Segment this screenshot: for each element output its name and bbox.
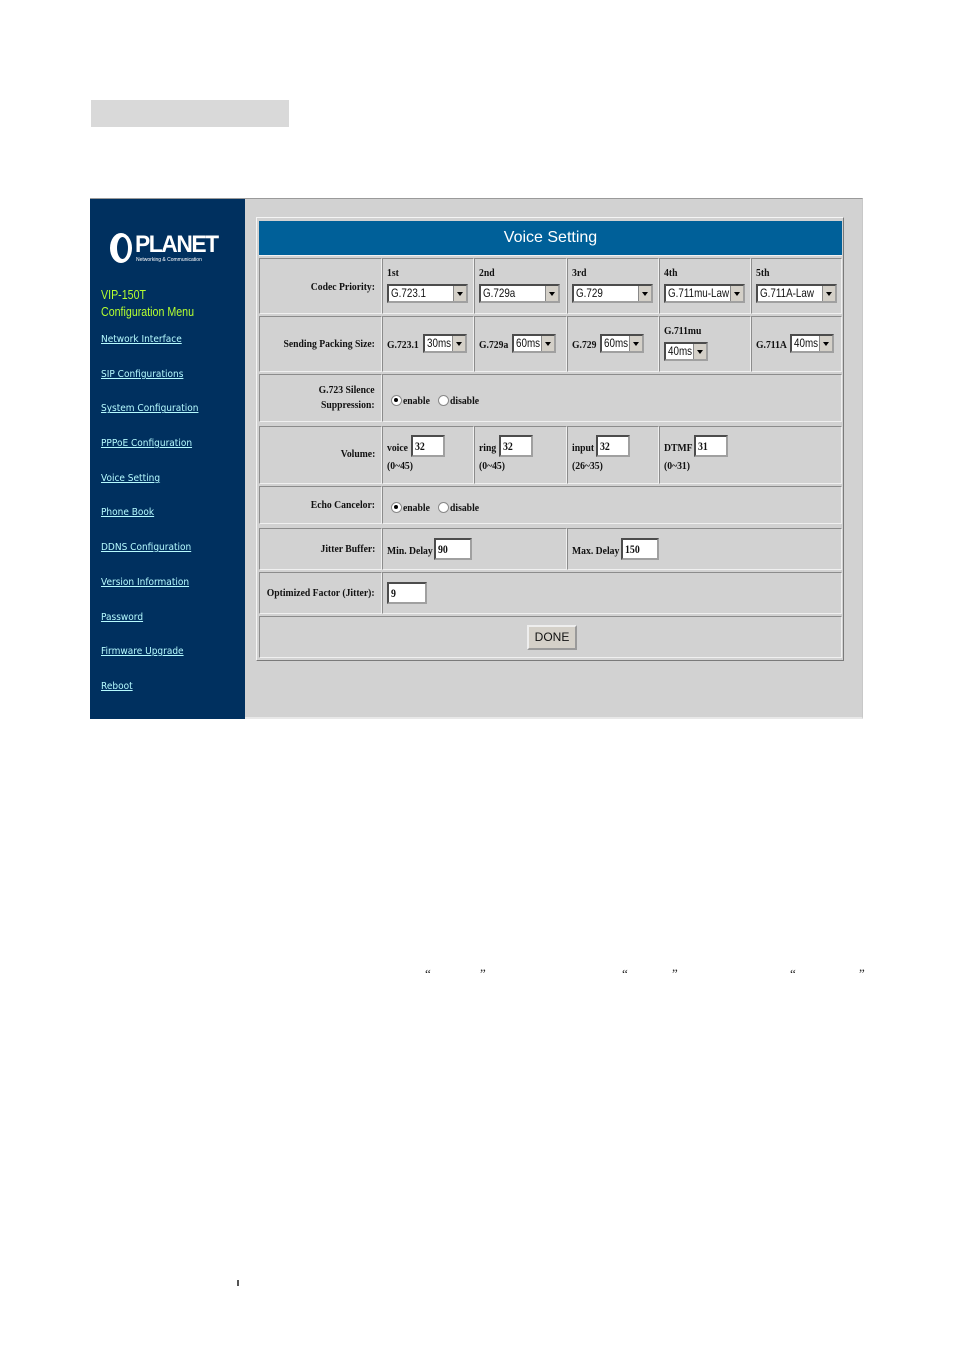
packing-codec-label: G.723.1 [387, 339, 419, 351]
volume-row: Volume: voice 32 (0~45) ring 32 (0~45) i… [259, 426, 842, 484]
apostrophe-mark [237, 1280, 239, 1286]
sidebar: PLANET Networking & Communication VIP-15… [90, 199, 245, 719]
sidebar-item-system-configuration[interactable]: System Configuration [101, 402, 198, 437]
optimized-factor-label: Optimized Factor (Jitter): [267, 587, 375, 599]
configuration-menu-title: Configuration Menu [101, 304, 195, 319]
chevron-down-icon [629, 336, 642, 351]
silence-suppression-row: G.723 Silence Suppression: enable disabl… [259, 374, 842, 422]
input-volume-input[interactable]: 32 [596, 435, 630, 457]
optimized-factor-input[interactable]: 9 [387, 582, 427, 604]
silence-enable-radio[interactable] [391, 394, 402, 406]
packing-size-g711mu-select[interactable]: 40ms [664, 342, 708, 361]
quote-close: ” [480, 966, 486, 981]
section-heading-bar [91, 100, 289, 127]
sidebar-item-sip-configurations[interactable]: SIP Configurations [101, 368, 198, 403]
menu-title: VIP-150T Configuration Menu [101, 286, 194, 320]
codec-slot-heading: 2nd [479, 267, 495, 279]
chevron-down-icon [541, 336, 554, 351]
silence-suppression-label: G.723 Silence Suppression: [319, 384, 375, 411]
dtmf-volume-input[interactable]: 31 [694, 435, 728, 457]
voice-volume-input[interactable]: 32 [411, 435, 445, 457]
planet-logo-icon [110, 233, 132, 263]
codec-priority-label: Codec Priority: [310, 281, 375, 293]
voice-setting-form: Voice Setting Codec Priority: 1st G.723.… [256, 217, 844, 661]
packing-codec-label: G.711mu [664, 325, 702, 337]
sidebar-item-phone-book[interactable]: Phone Book [101, 506, 198, 541]
codec-slot-heading: 3rd [572, 267, 587, 279]
submit-row: DONE [259, 616, 842, 658]
chevron-down-icon [452, 336, 465, 351]
codec-priority-row: Codec Priority: 1st G.723.1 2nd G.729a 3… [259, 258, 842, 314]
packing-size-row: Sending Packing Size: G.723.1 30ms G.729… [259, 316, 842, 372]
done-button[interactable]: DONE [527, 625, 577, 650]
form-title: Voice Setting [259, 221, 842, 256]
echo-canceler-row: Echo Cancelor: enable disable [259, 486, 842, 524]
chevron-down-icon [730, 286, 743, 301]
echo-disable-radio[interactable] [437, 501, 449, 513]
codec-slot-heading: 5th [756, 267, 770, 279]
packing-codec-label: G.729a [479, 339, 509, 351]
packing-size-g729a-select[interactable]: 60ms [512, 334, 556, 353]
codec-priority-4-select[interactable]: G.711mu-Law [664, 284, 745, 303]
packing-size-label: Sending Packing Size: [283, 338, 375, 350]
sidebar-item-pppoe-configuration[interactable]: PPPoE Configuration [101, 437, 198, 472]
jitter-buffer-label: Jitter Buffer: [320, 543, 375, 555]
volume-label: Volume: [340, 448, 375, 460]
chevron-down-icon [822, 286, 835, 301]
sidebar-item-ddns-configuration[interactable]: DDNS Configuration [101, 541, 198, 576]
min-delay-input[interactable]: 90 [434, 538, 472, 560]
chevron-down-icon [545, 286, 558, 301]
logo-text: PLANET [135, 231, 219, 258]
quote-close: ” [672, 966, 678, 981]
codec-slot-heading: 4th [664, 267, 678, 279]
packing-size-g711a-select[interactable]: 40ms [790, 334, 834, 353]
sidebar-item-password[interactable]: Password [101, 611, 198, 646]
echo-enable-radio[interactable] [391, 501, 402, 513]
chevron-down-icon [638, 286, 651, 301]
sidebar-item-firmware-upgrade[interactable]: Firmware Upgrade [101, 645, 198, 680]
quote-open: “ [622, 966, 628, 981]
packing-size-g729-select[interactable]: 60ms [600, 334, 644, 353]
optimized-factor-row: Optimized Factor (Jitter): 9 [259, 572, 842, 614]
chevron-down-icon [693, 344, 706, 359]
codec-priority-2-select[interactable]: G.729a [479, 284, 560, 303]
ring-volume-input[interactable]: 32 [499, 435, 533, 457]
sidebar-item-network-interface[interactable]: Network Interface [101, 333, 198, 368]
sidebar-item-voice-setting[interactable]: Voice Setting [101, 472, 198, 507]
logo-tagline: Networking & Communication [136, 257, 202, 263]
packing-codec-label: G.729 [572, 339, 597, 351]
sidebar-item-reboot[interactable]: Reboot [101, 680, 198, 715]
model-name: VIP-150T [101, 287, 147, 302]
planet-logo: PLANET Networking & Communication [110, 232, 219, 267]
packing-size-g7231-select[interactable]: 30ms [423, 334, 467, 353]
codec-slot-heading: 1st [387, 267, 399, 279]
echo-canceler-label: Echo Cancelor: [310, 499, 375, 511]
silence-disable-radio[interactable] [437, 394, 449, 406]
quote-open: “ [425, 966, 431, 981]
quote-open: “ [790, 966, 796, 981]
packing-codec-label: G.711A [756, 339, 787, 351]
max-delay-input[interactable]: 150 [621, 538, 659, 560]
web-ui-screenshot: PLANET Networking & Communication VIP-15… [90, 198, 863, 719]
codec-priority-5-select[interactable]: G.711A-Law [756, 284, 837, 303]
jitter-buffer-row: Jitter Buffer: Min. Delay 90 Max. Delay … [259, 528, 842, 570]
sidebar-item-version-information[interactable]: Version Information [101, 576, 198, 611]
chevron-down-icon [819, 336, 832, 351]
codec-priority-3-select[interactable]: G.729 [572, 284, 653, 303]
codec-priority-1-select[interactable]: G.723.1 [387, 284, 468, 303]
chevron-down-icon [453, 286, 466, 301]
quote-close: ” [859, 966, 865, 981]
sidebar-nav: Network Interface SIP Configurations Sys… [101, 333, 209, 715]
